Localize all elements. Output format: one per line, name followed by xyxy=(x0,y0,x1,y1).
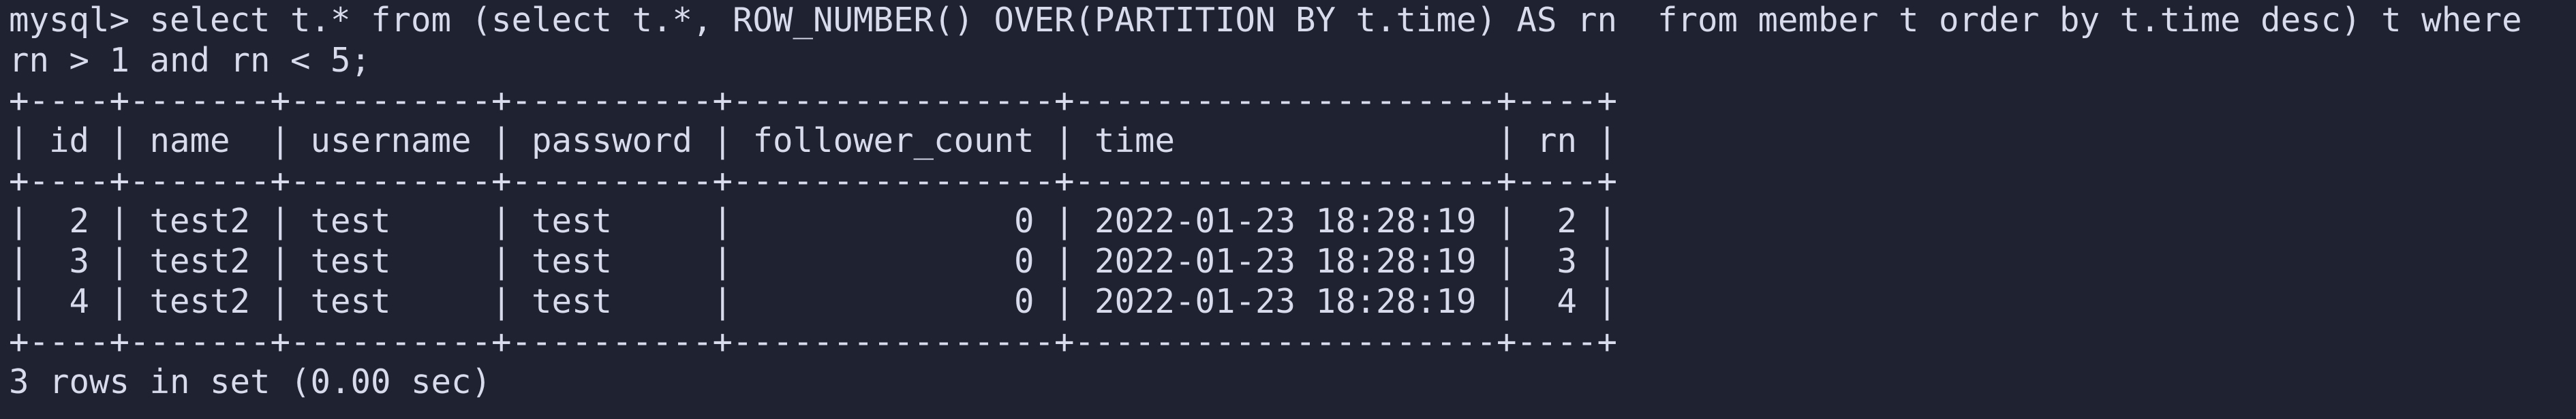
command-text-2: rn > 1 and rn < 5; xyxy=(9,41,371,80)
table-border-top: +----+-------+----------+----------+----… xyxy=(9,81,1618,120)
terminal-window[interactable]: mysql> select t.* from (select t.*, ROW_… xyxy=(0,0,2576,419)
table-row: | 4 | test2 | test | test | 0 | 2022-01-… xyxy=(9,282,1618,321)
command-line-1: mysql> select t.* from (select t.*, ROW_… xyxy=(9,0,2576,40)
table-header: | id | name | username | password | foll… xyxy=(9,121,1618,160)
table-border-bottom: +----+-------+----------+----------+----… xyxy=(9,322,1618,361)
table-border-header: +----+-------+----------+----------+----… xyxy=(9,161,1618,200)
table-row: | 2 | test2 | test | test | 0 | 2022-01-… xyxy=(9,202,1618,240)
command-text-1: select t.* from (select t.*, ROW_NUMBER(… xyxy=(149,1,2522,40)
result-summary: 3 rows in set (0.00 sec) xyxy=(9,362,492,401)
table-row: | 3 | test2 | test | test | 0 | 2022-01-… xyxy=(9,242,1618,281)
mysql-prompt: mysql> xyxy=(9,1,150,40)
